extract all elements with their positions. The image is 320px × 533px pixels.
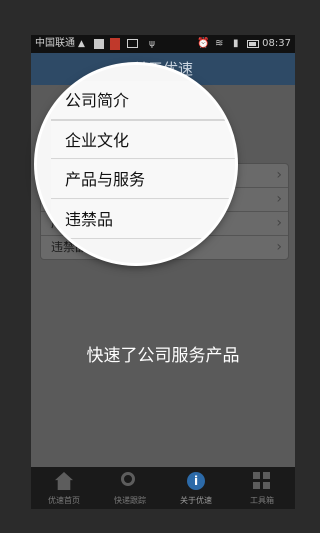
- message-icon: [127, 39, 138, 48]
- tab-about[interactable]: i 关于优速: [163, 467, 229, 509]
- tab-label: 快递跟踪: [114, 496, 146, 505]
- alarm-icon: ⏰: [197, 38, 210, 49]
- magnified-menu-item-prohibited[interactable]: 违禁品: [51, 200, 235, 239]
- menu-item-label: 违禁品: [65, 210, 114, 229]
- tab-label: 关于优速: [180, 496, 212, 505]
- warning-icon: ▲: [78, 39, 85, 49]
- menu-item-label: 产品与服务: [65, 170, 146, 189]
- chevron-right-icon: ›: [276, 239, 282, 255]
- usb-icon: ψ: [149, 39, 155, 49]
- carrier-label: 中国联通: [35, 38, 75, 49]
- signal-icon: ▮: [233, 38, 239, 49]
- grid-icon: [253, 472, 271, 490]
- clock: 08:37: [262, 38, 291, 49]
- app-icon: [110, 38, 120, 50]
- status-bar: 中国联通 ▲ ψ ⏰ ≋ ▮ 08:37: [31, 35, 295, 53]
- chevron-right-icon: ›: [276, 215, 282, 231]
- magnified-menu-item-products[interactable]: 产品与服务: [51, 160, 235, 199]
- menu-item-label: 公司简介: [65, 91, 130, 110]
- magnified-menu-item-company-intro[interactable]: 公司简介: [51, 81, 235, 120]
- battery-icon: [247, 40, 259, 48]
- tab-home[interactable]: 优速首页: [31, 467, 97, 509]
- home-icon: [55, 472, 73, 490]
- tab-label: 优速首页: [48, 496, 80, 505]
- magnifier-lens: 公司简介 企业文化 产品与服务 违禁品: [37, 65, 235, 263]
- image-icon: [94, 39, 104, 49]
- tab-tracking[interactable]: 快递跟踪: [97, 467, 163, 509]
- chevron-right-icon: ›: [276, 191, 282, 207]
- tab-toolbox[interactable]: 工具箱: [229, 467, 295, 509]
- menu-item-label: 企业文化: [65, 131, 130, 150]
- chevron-right-icon: ›: [276, 167, 282, 183]
- info-icon: i: [187, 472, 205, 490]
- tagline: 快速了公司服务产品: [86, 346, 240, 366]
- bottom-tab-bar: 优速首页 快递跟踪 i 关于优速 工具箱: [31, 467, 295, 509]
- wifi-icon: ≋: [215, 38, 224, 49]
- search-icon: [121, 472, 135, 486]
- magnified-menu-item-culture[interactable]: 企业文化: [51, 120, 235, 159]
- tab-label: 工具箱: [250, 496, 274, 505]
